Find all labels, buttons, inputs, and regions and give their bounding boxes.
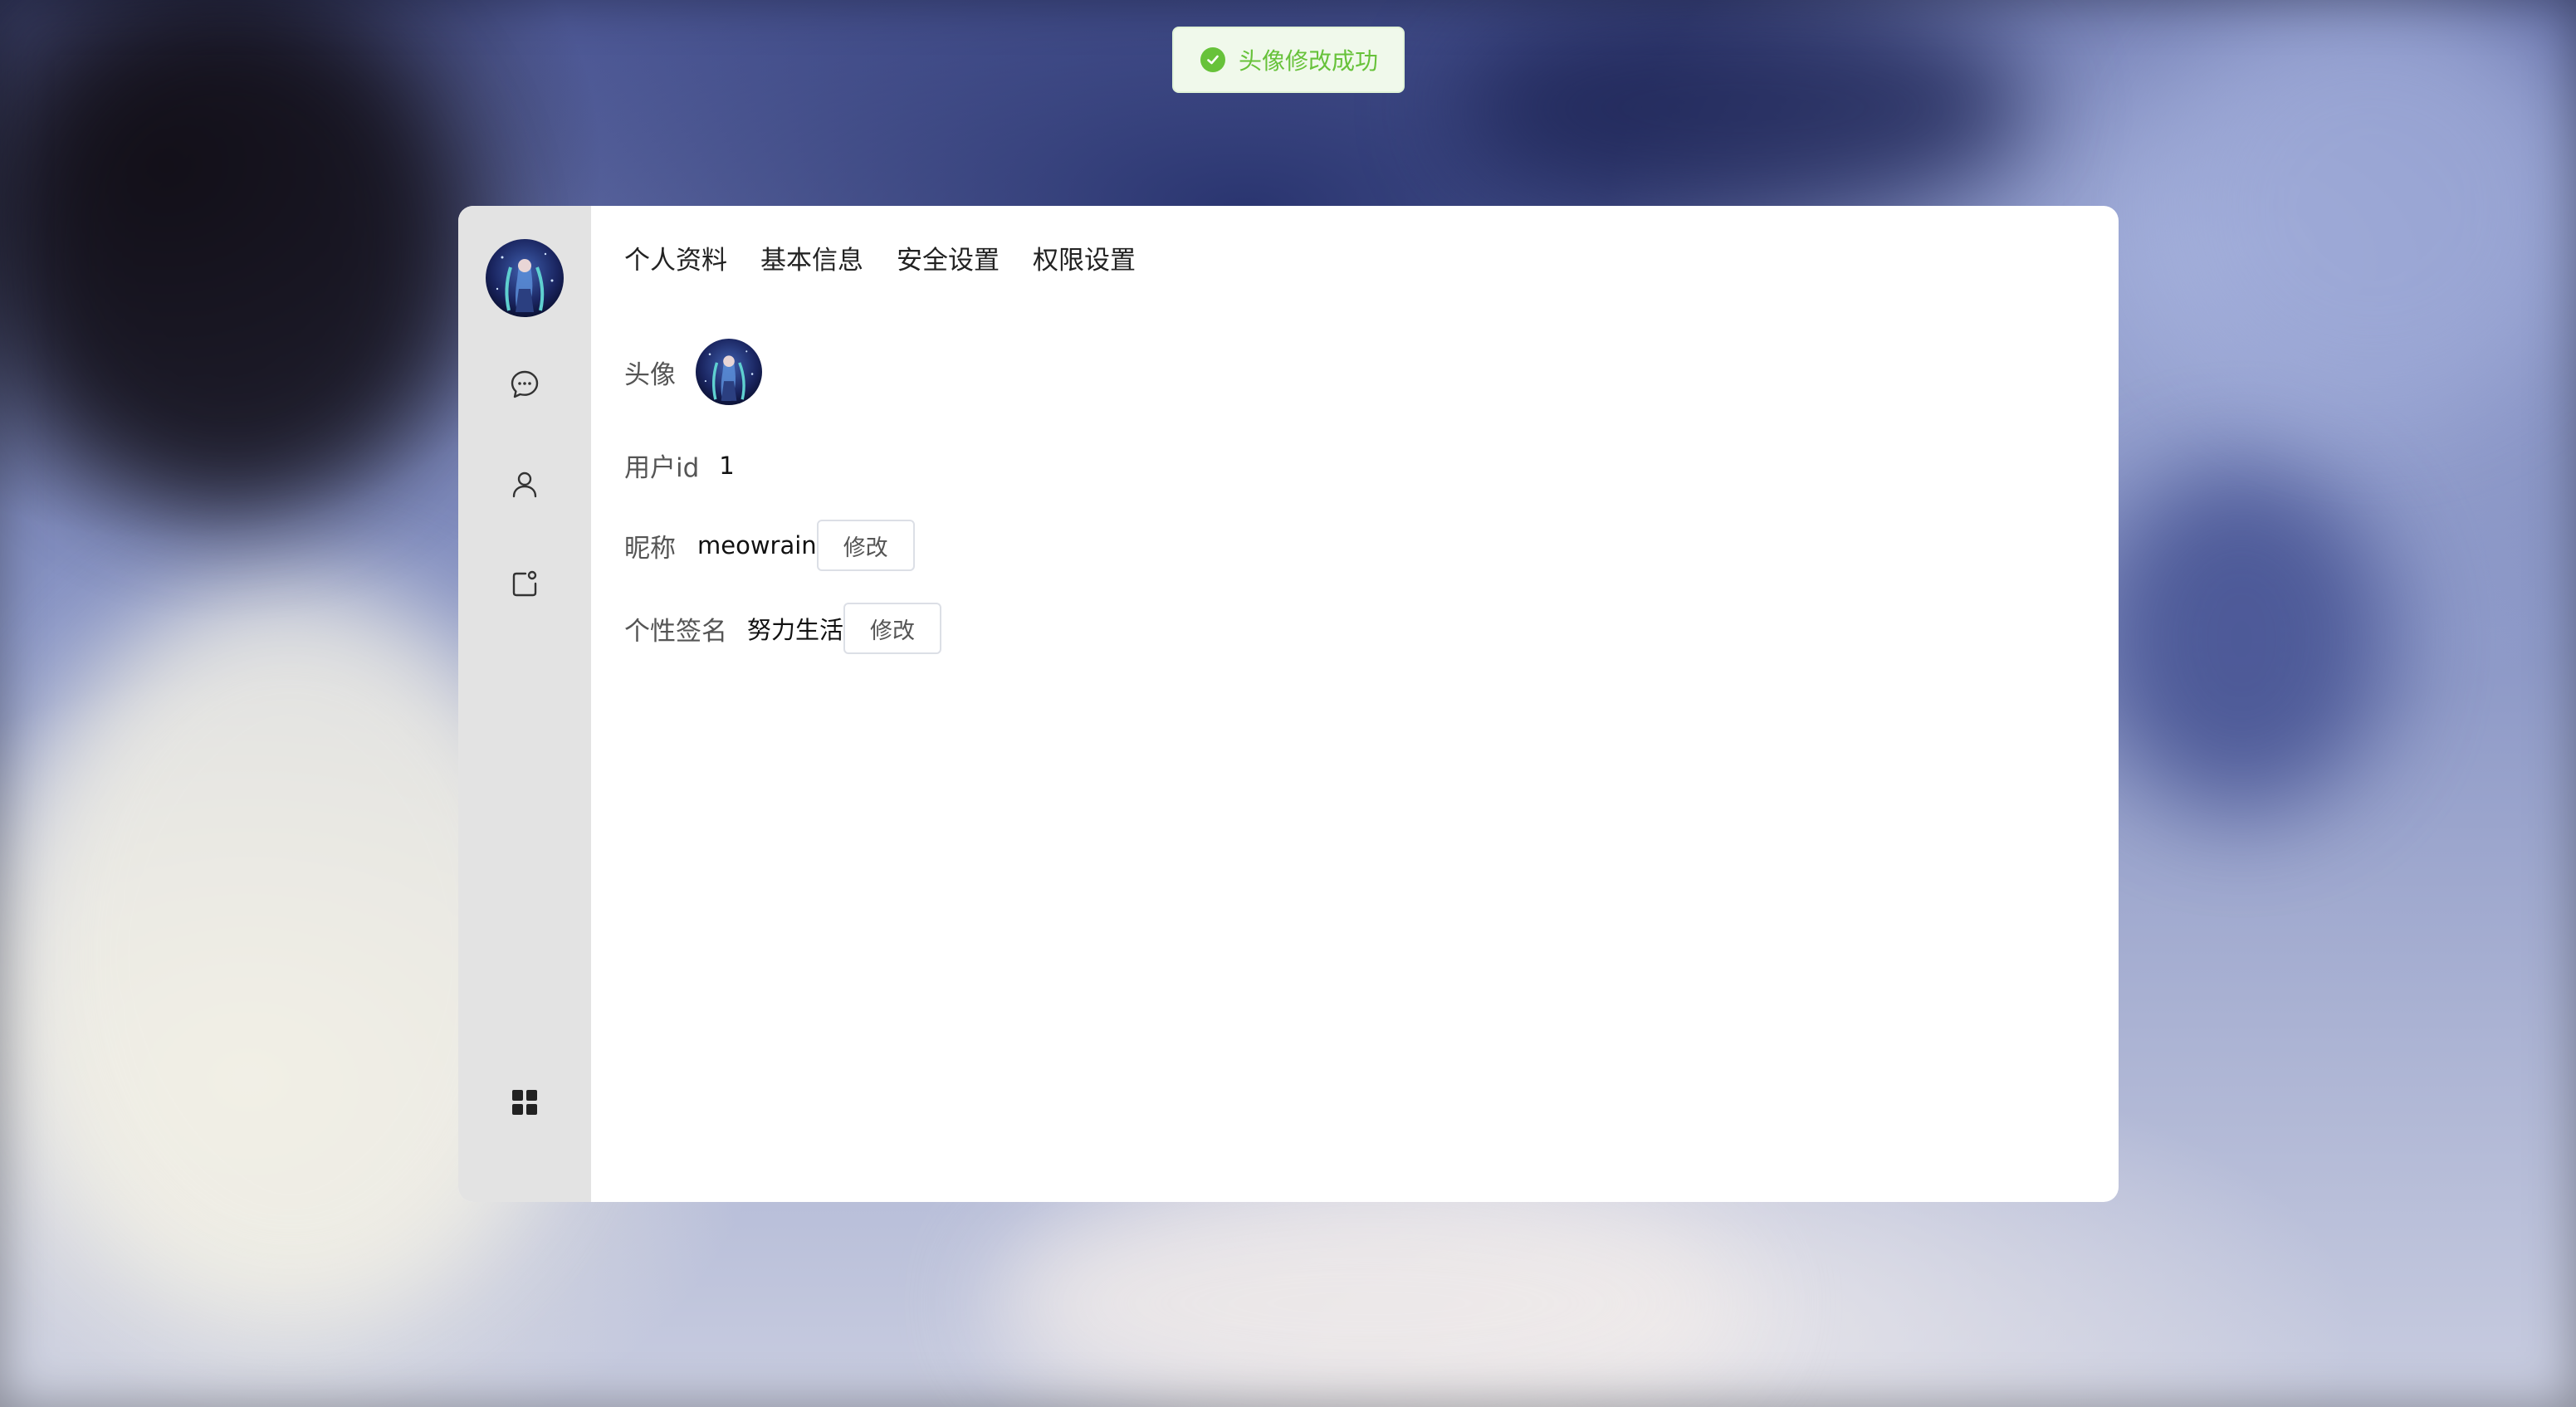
chat-bubble-icon (511, 370, 539, 398)
user-id-label: 用户id (624, 453, 700, 483)
chat-button[interactable] (500, 359, 550, 409)
tab-profile[interactable]: 个人资料 (624, 239, 727, 276)
grid-apps-icon (512, 1090, 537, 1115)
profile-content: 个人资料 基本信息 安全设置 权限设置 头像 用户id 1 昵称 meowrai… (591, 206, 2119, 1202)
toast-message: 头像修改成功 (1239, 47, 1379, 75)
share-button[interactable] (500, 559, 550, 608)
success-toast: 头像修改成功 (1172, 27, 1405, 93)
edit-nickname-button[interactable]: 修改 (816, 520, 915, 571)
nickname-label: 昵称 (624, 533, 676, 564)
avatar-row: 头像 (624, 339, 762, 405)
check-circle-icon (1200, 47, 1225, 72)
edit-signature-button[interactable]: 修改 (843, 603, 942, 654)
profile-card: 个人资料 基本信息 安全设置 权限设置 头像 用户id 1 昵称 meowrai… (458, 206, 2119, 1202)
user-id-row: 用户id 1 (624, 447, 735, 484)
nickname-row: 昵称 meowrain 修改 (624, 520, 915, 571)
profile-avatar[interactable] (696, 339, 762, 405)
share-icon (512, 570, 537, 597)
signature-row: 个性签名 努力生活 修改 (624, 603, 942, 654)
sidebar (458, 206, 591, 1202)
signature-label: 个性签名 (624, 616, 727, 647)
tab-basic-info[interactable]: 基本信息 (760, 239, 863, 276)
user-button[interactable] (500, 459, 550, 509)
signature-value: 努力生活 (747, 616, 844, 644)
tab-bar: 个人资料 基本信息 安全设置 权限设置 (624, 239, 1136, 276)
user-icon (512, 471, 537, 498)
nickname-value: meowrain (697, 531, 817, 559)
tab-security[interactable]: 安全设置 (897, 239, 1000, 276)
user-id-value: 1 (719, 451, 735, 480)
avatar-label: 头像 (624, 359, 676, 390)
sidebar-avatar[interactable] (486, 239, 564, 317)
apps-button[interactable] (500, 1077, 550, 1127)
tab-permissions[interactable]: 权限设置 (1033, 239, 1136, 276)
